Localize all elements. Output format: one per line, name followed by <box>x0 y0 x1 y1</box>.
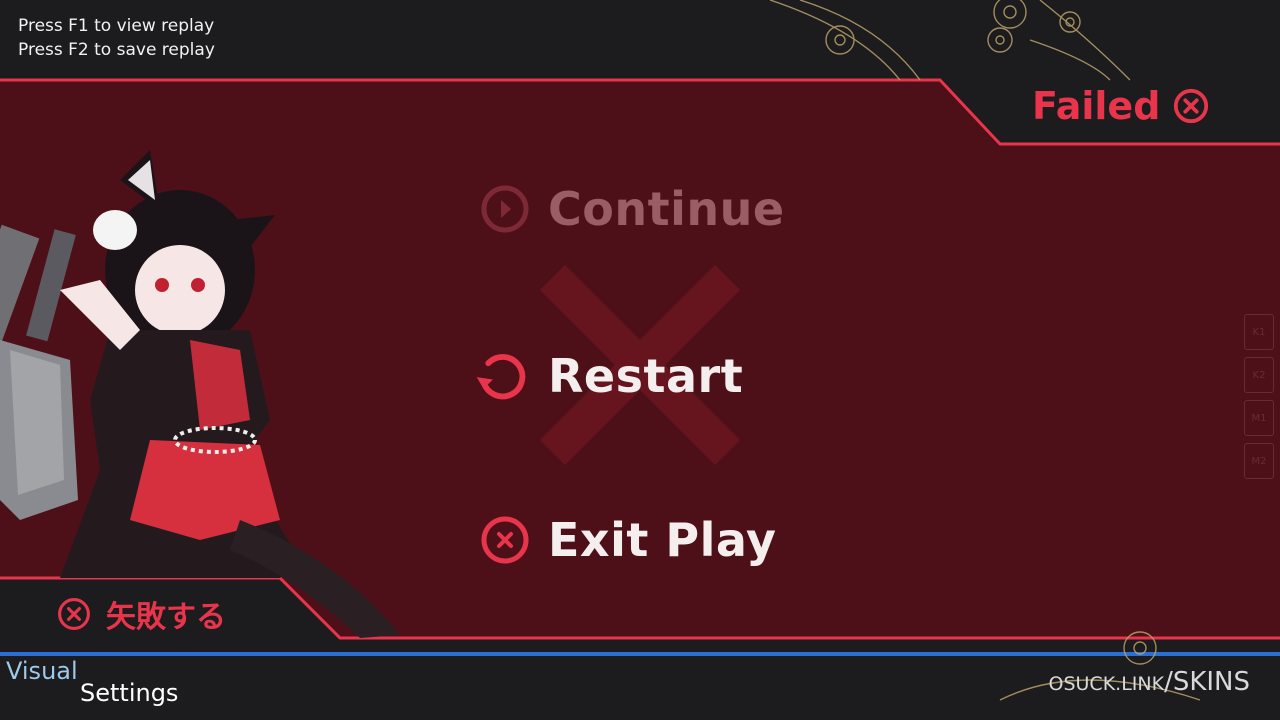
key-k2: K2 <box>1244 357 1274 393</box>
restart-button[interactable]: Restart <box>472 347 743 405</box>
key-k1: K1 <box>1244 314 1274 350</box>
replay-save-hint: Press F2 to save replay <box>18 40 215 60</box>
skin-watermark: OSUCK.LINK/SKINS <box>1049 667 1251 697</box>
failed-status: Failed <box>1032 84 1210 128</box>
restart-label: Restart <box>548 349 744 403</box>
continue-button[interactable]: Continue <box>480 182 785 236</box>
key-overlay: K1 K2 M1 M2 <box>1238 308 1280 482</box>
jp-failed-label: 矢敗する <box>106 600 226 635</box>
play-circle-icon <box>481 185 529 233</box>
failed-label: Failed <box>1032 84 1161 128</box>
watermark-part1: OSUCK.LINK <box>1048 673 1165 695</box>
visual-settings-line2: Settings <box>80 679 179 707</box>
exit-play-label: Exit Play <box>548 513 777 567</box>
close-circle-icon <box>481 516 529 564</box>
jp-failed-status: 矢敗する <box>56 592 226 636</box>
restart-arrow-icon <box>476 354 526 400</box>
key-m1: M1 <box>1244 400 1274 436</box>
key-m2: M2 <box>1244 443 1274 479</box>
close-circle-icon <box>1174 88 1209 124</box>
replay-view-hint: Press F1 to view replay <box>18 16 215 36</box>
watermark-part2: /SKINS <box>1164 667 1250 697</box>
blue-divider <box>0 652 1280 656</box>
exit-play-button[interactable]: Exit Play <box>480 513 776 567</box>
close-circle-icon <box>58 598 90 630</box>
visual-settings-button[interactable]: Visual Settings <box>6 659 179 707</box>
continue-label: Continue <box>548 182 785 236</box>
